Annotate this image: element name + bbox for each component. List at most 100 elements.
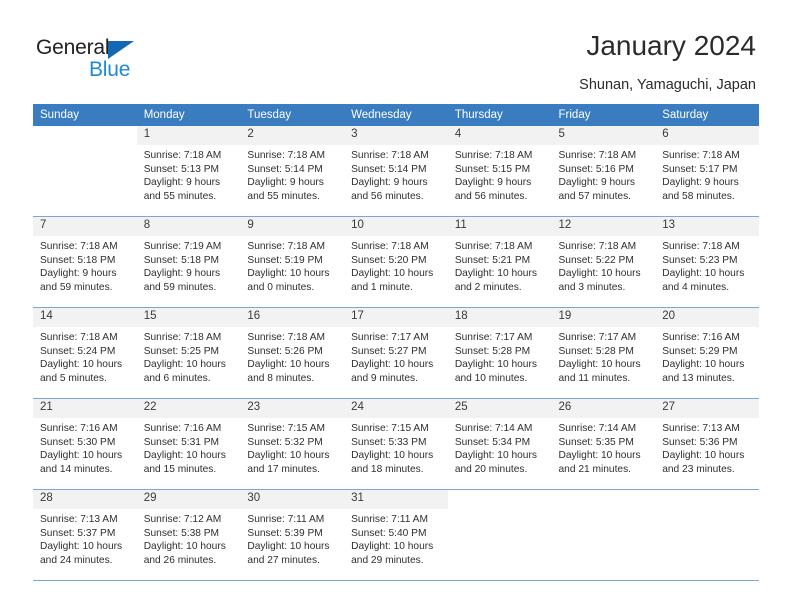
daylight-text-line2: and 58 minutes.: [662, 190, 735, 202]
daylight-text-line1: Daylight: 10 hours: [454, 450, 537, 462]
calendar-day-cell[interactable]: 15 Sunrise: 7:18 AM Sunset: 5:25 PM Dayligh…: [136, 307, 241, 399]
generalblue-logo: General Blue: [36, 36, 186, 86]
day-details: Sunrise: 7:18 AM Sunset: 5:24 PM Daylight:…: [33, 327, 137, 385]
day-cell-inner: 27 Sunrise: 7:13 AM Sunset: 5:36 PM Dayligh…: [655, 399, 759, 489]
daylight-text-line2: and 9 minutes.: [351, 372, 418, 384]
logo-triangle-icon: [108, 41, 134, 59]
calendar-day-cell[interactable]: 17 Sunrise: 7:17 AM Sunset: 5:27 PM Dayligh…: [344, 307, 448, 399]
calendar-day-cell[interactable]: 12 Sunrise: 7:18 AM Sunset: 5:22 PM Dayligh…: [551, 216, 656, 308]
daylight-text-line1: Daylight: 10 hours: [662, 450, 745, 462]
day-number: 19: [551, 308, 656, 327]
sunset-text: Sunset: 5:24 PM: [40, 345, 116, 357]
day-number: 9: [240, 217, 345, 236]
daylight-text-line2: and 17 minutes.: [247, 463, 320, 475]
calendar-day-cell[interactable]: [447, 489, 552, 581]
sunset-text: Sunset: 5:26 PM: [247, 345, 323, 357]
daylight-text-line2: and 55 minutes.: [247, 190, 320, 202]
calendar-day-cell[interactable]: 23 Sunrise: 7:15 AM Sunset: 5:32 PM Dayligh…: [240, 398, 345, 490]
calendar-page: General Blue January 2024 Shunan, Yamagu…: [0, 0, 792, 612]
daylight-text-line2: and 23 minutes.: [662, 463, 735, 475]
calendar-day-cell[interactable]: 13 Sunrise: 7:18 AM Sunset: 5:23 PM Dayligh…: [655, 216, 759, 308]
calendar-day-cell[interactable]: 7 Sunrise: 7:18 AM Sunset: 5:18 PM Daylight…: [33, 216, 137, 308]
calendar-day-cell[interactable]: 5 Sunrise: 7:18 AM Sunset: 5:16 PM Daylight…: [551, 126, 656, 217]
calendar-day-cell[interactable]: 28 Sunrise: 7:13 AM Sunset: 5:37 PM Dayligh…: [33, 489, 137, 581]
day-cell-inner: 19 Sunrise: 7:17 AM Sunset: 5:28 PM Dayligh…: [551, 308, 656, 398]
calendar-day-cell[interactable]: [655, 489, 759, 581]
daylight-text-line2: and 59 minutes.: [143, 281, 217, 293]
daylight-text-line2: and 3 minutes.: [558, 281, 626, 293]
day-cell-inner: 6 Sunrise: 7:18 AM Sunset: 5:17 PM Daylight…: [655, 126, 759, 216]
daylight-text-line2: and 10 minutes.: [454, 372, 528, 384]
calendar-day-cell[interactable]: 18 Sunrise: 7:17 AM Sunset: 5:28 PM Dayligh…: [447, 307, 552, 399]
calendar-day-cell[interactable]: 30 Sunrise: 7:11 AM Sunset: 5:39 PM Dayligh…: [240, 489, 345, 581]
day-number: 17: [344, 308, 448, 327]
calendar-day-cell[interactable]: [551, 489, 656, 581]
day-number: 30: [240, 490, 345, 509]
day-details: Sunrise: 7:17 AM Sunset: 5:28 PM Daylight:…: [448, 327, 552, 385]
calendar-day-cell[interactable]: 22 Sunrise: 7:16 AM Sunset: 5:31 PM Dayligh…: [136, 398, 241, 490]
day-number: 18: [447, 308, 552, 327]
calendar-day-cell[interactable]: 25 Sunrise: 7:14 AM Sunset: 5:34 PM Dayligh…: [447, 398, 552, 490]
day-number: 6: [655, 126, 759, 145]
day-details: Sunrise: 7:17 AM Sunset: 5:28 PM Daylight:…: [552, 327, 656, 385]
daylight-text-line1: Daylight: 10 hours: [662, 268, 745, 280]
day-number: 4: [447, 126, 552, 145]
daylight-text-line2: and 56 minutes.: [454, 190, 528, 202]
calendar-day-cell[interactable]: 4 Sunrise: 7:18 AM Sunset: 5:15 PM Daylight…: [447, 126, 552, 217]
day-number: [448, 490, 552, 509]
sunset-text: Sunset: 5:14 PM: [247, 163, 323, 175]
daylight-text-line2: and 18 minutes.: [351, 463, 424, 475]
calendar-day-cell[interactable]: 1 Sunrise: 7:18 AM Sunset: 5:13 PM Daylight…: [136, 126, 241, 217]
sunrise-text: Sunrise: 7:18 AM: [558, 150, 637, 161]
sunrise-text: Sunrise: 7:18 AM: [143, 332, 222, 343]
day-cell-inner: 14 Sunrise: 7:18 AM Sunset: 5:24 PM Dayligh…: [33, 308, 137, 398]
daylight-text-line1: Daylight: 10 hours: [40, 450, 123, 462]
calendar-day-cell[interactable]: 29 Sunrise: 7:12 AM Sunset: 5:38 PM Dayligh…: [136, 489, 241, 581]
calendar-day-cell[interactable]: 21 Sunrise: 7:16 AM Sunset: 5:30 PM Dayligh…: [33, 398, 137, 490]
sunset-text: Sunset: 5:33 PM: [351, 436, 427, 448]
daylight-text-line1: Daylight: 10 hours: [40, 541, 123, 553]
calendar-day-cell[interactable]: 2 Sunrise: 7:18 AM Sunset: 5:14 PM Daylight…: [240, 126, 345, 217]
day-cell-inner: [655, 490, 759, 580]
calendar-day-cell[interactable]: 9 Sunrise: 7:18 AM Sunset: 5:19 PM Daylight…: [240, 216, 345, 308]
day-cell-inner: 25 Sunrise: 7:14 AM Sunset: 5:34 PM Dayligh…: [447, 399, 552, 489]
weekday-header-monday: Monday: [136, 104, 241, 126]
sunrise-text: Sunrise: 7:11 AM: [351, 514, 428, 525]
calendar-day-cell[interactable]: 16 Sunrise: 7:18 AM Sunset: 5:26 PM Dayligh…: [240, 307, 345, 399]
calendar-day-cell[interactable]: 20 Sunrise: 7:16 AM Sunset: 5:29 PM Dayligh…: [655, 307, 759, 399]
sunset-text: Sunset: 5:39 PM: [247, 527, 323, 539]
day-details: Sunrise: 7:18 AM Sunset: 5:19 PM Daylight:…: [240, 236, 344, 294]
day-cell-inner: 28 Sunrise: 7:13 AM Sunset: 5:37 PM Dayligh…: [33, 490, 137, 580]
day-number: 11: [447, 217, 552, 236]
sunrise-text: Sunrise: 7:18 AM: [662, 241, 740, 252]
daylight-text-line2: and 1 minute.: [351, 281, 413, 293]
day-cell-inner: 31 Sunrise: 7:11 AM Sunset: 5:40 PM Dayligh…: [344, 490, 448, 580]
sunrise-text: Sunrise: 7:16 AM: [662, 332, 740, 343]
daylight-text-line2: and 0 minutes.: [247, 281, 315, 293]
calendar-day-cell[interactable]: 24 Sunrise: 7:15 AM Sunset: 5:33 PM Dayligh…: [344, 398, 448, 490]
calendar-day-cell[interactable]: [33, 126, 137, 217]
calendar-day-cell[interactable]: 3 Sunrise: 7:18 AM Sunset: 5:14 PM Daylight…: [344, 126, 448, 217]
calendar-day-cell[interactable]: 27 Sunrise: 7:13 AM Sunset: 5:36 PM Dayligh…: [655, 398, 759, 490]
sunrise-text: Sunrise: 7:15 AM: [247, 423, 325, 434]
calendar-day-cell[interactable]: 26 Sunrise: 7:14 AM Sunset: 5:35 PM Dayligh…: [551, 398, 656, 490]
calendar-day-cell[interactable]: 14 Sunrise: 7:18 AM Sunset: 5:24 PM Dayligh…: [33, 307, 137, 399]
daylight-text-line1: Daylight: 10 hours: [247, 541, 330, 553]
daylight-text-line1: Daylight: 10 hours: [351, 268, 434, 280]
daylight-text-line2: and 24 minutes.: [40, 554, 113, 566]
day-details: Sunrise: 7:18 AM Sunset: 5:14 PM Daylight:…: [240, 145, 344, 203]
sunset-text: Sunset: 5:30 PM: [40, 436, 116, 448]
calendar-day-cell[interactable]: 11 Sunrise: 7:18 AM Sunset: 5:21 PM Dayligh…: [447, 216, 552, 308]
calendar-week-row: 21 Sunrise: 7:16 AM Sunset: 5:30 PM Dayligh…: [33, 398, 759, 490]
calendar-day-cell[interactable]: 8 Sunrise: 7:19 AM Sunset: 5:18 PM Daylight…: [136, 216, 241, 308]
calendar-day-cell[interactable]: 31 Sunrise: 7:11 AM Sunset: 5:40 PM Dayligh…: [344, 489, 448, 581]
calendar-day-cell[interactable]: 6 Sunrise: 7:18 AM Sunset: 5:17 PM Daylight…: [655, 126, 759, 217]
page-title: January 2024: [586, 30, 756, 61]
calendar-day-cell[interactable]: 10 Sunrise: 7:18 AM Sunset: 5:20 PM Dayligh…: [344, 216, 448, 308]
sunrise-text: Sunrise: 7:19 AM: [143, 241, 222, 252]
calendar-day-cell[interactable]: 19 Sunrise: 7:17 AM Sunset: 5:28 PM Dayligh…: [551, 307, 656, 399]
daylight-text-line2: and 26 minutes.: [143, 554, 217, 566]
daylight-text-line1: Daylight: 10 hours: [351, 541, 434, 553]
day-details: Sunrise: 7:18 AM Sunset: 5:26 PM Daylight:…: [240, 327, 344, 385]
day-cell-inner: 18 Sunrise: 7:17 AM Sunset: 5:28 PM Dayligh…: [447, 308, 552, 398]
